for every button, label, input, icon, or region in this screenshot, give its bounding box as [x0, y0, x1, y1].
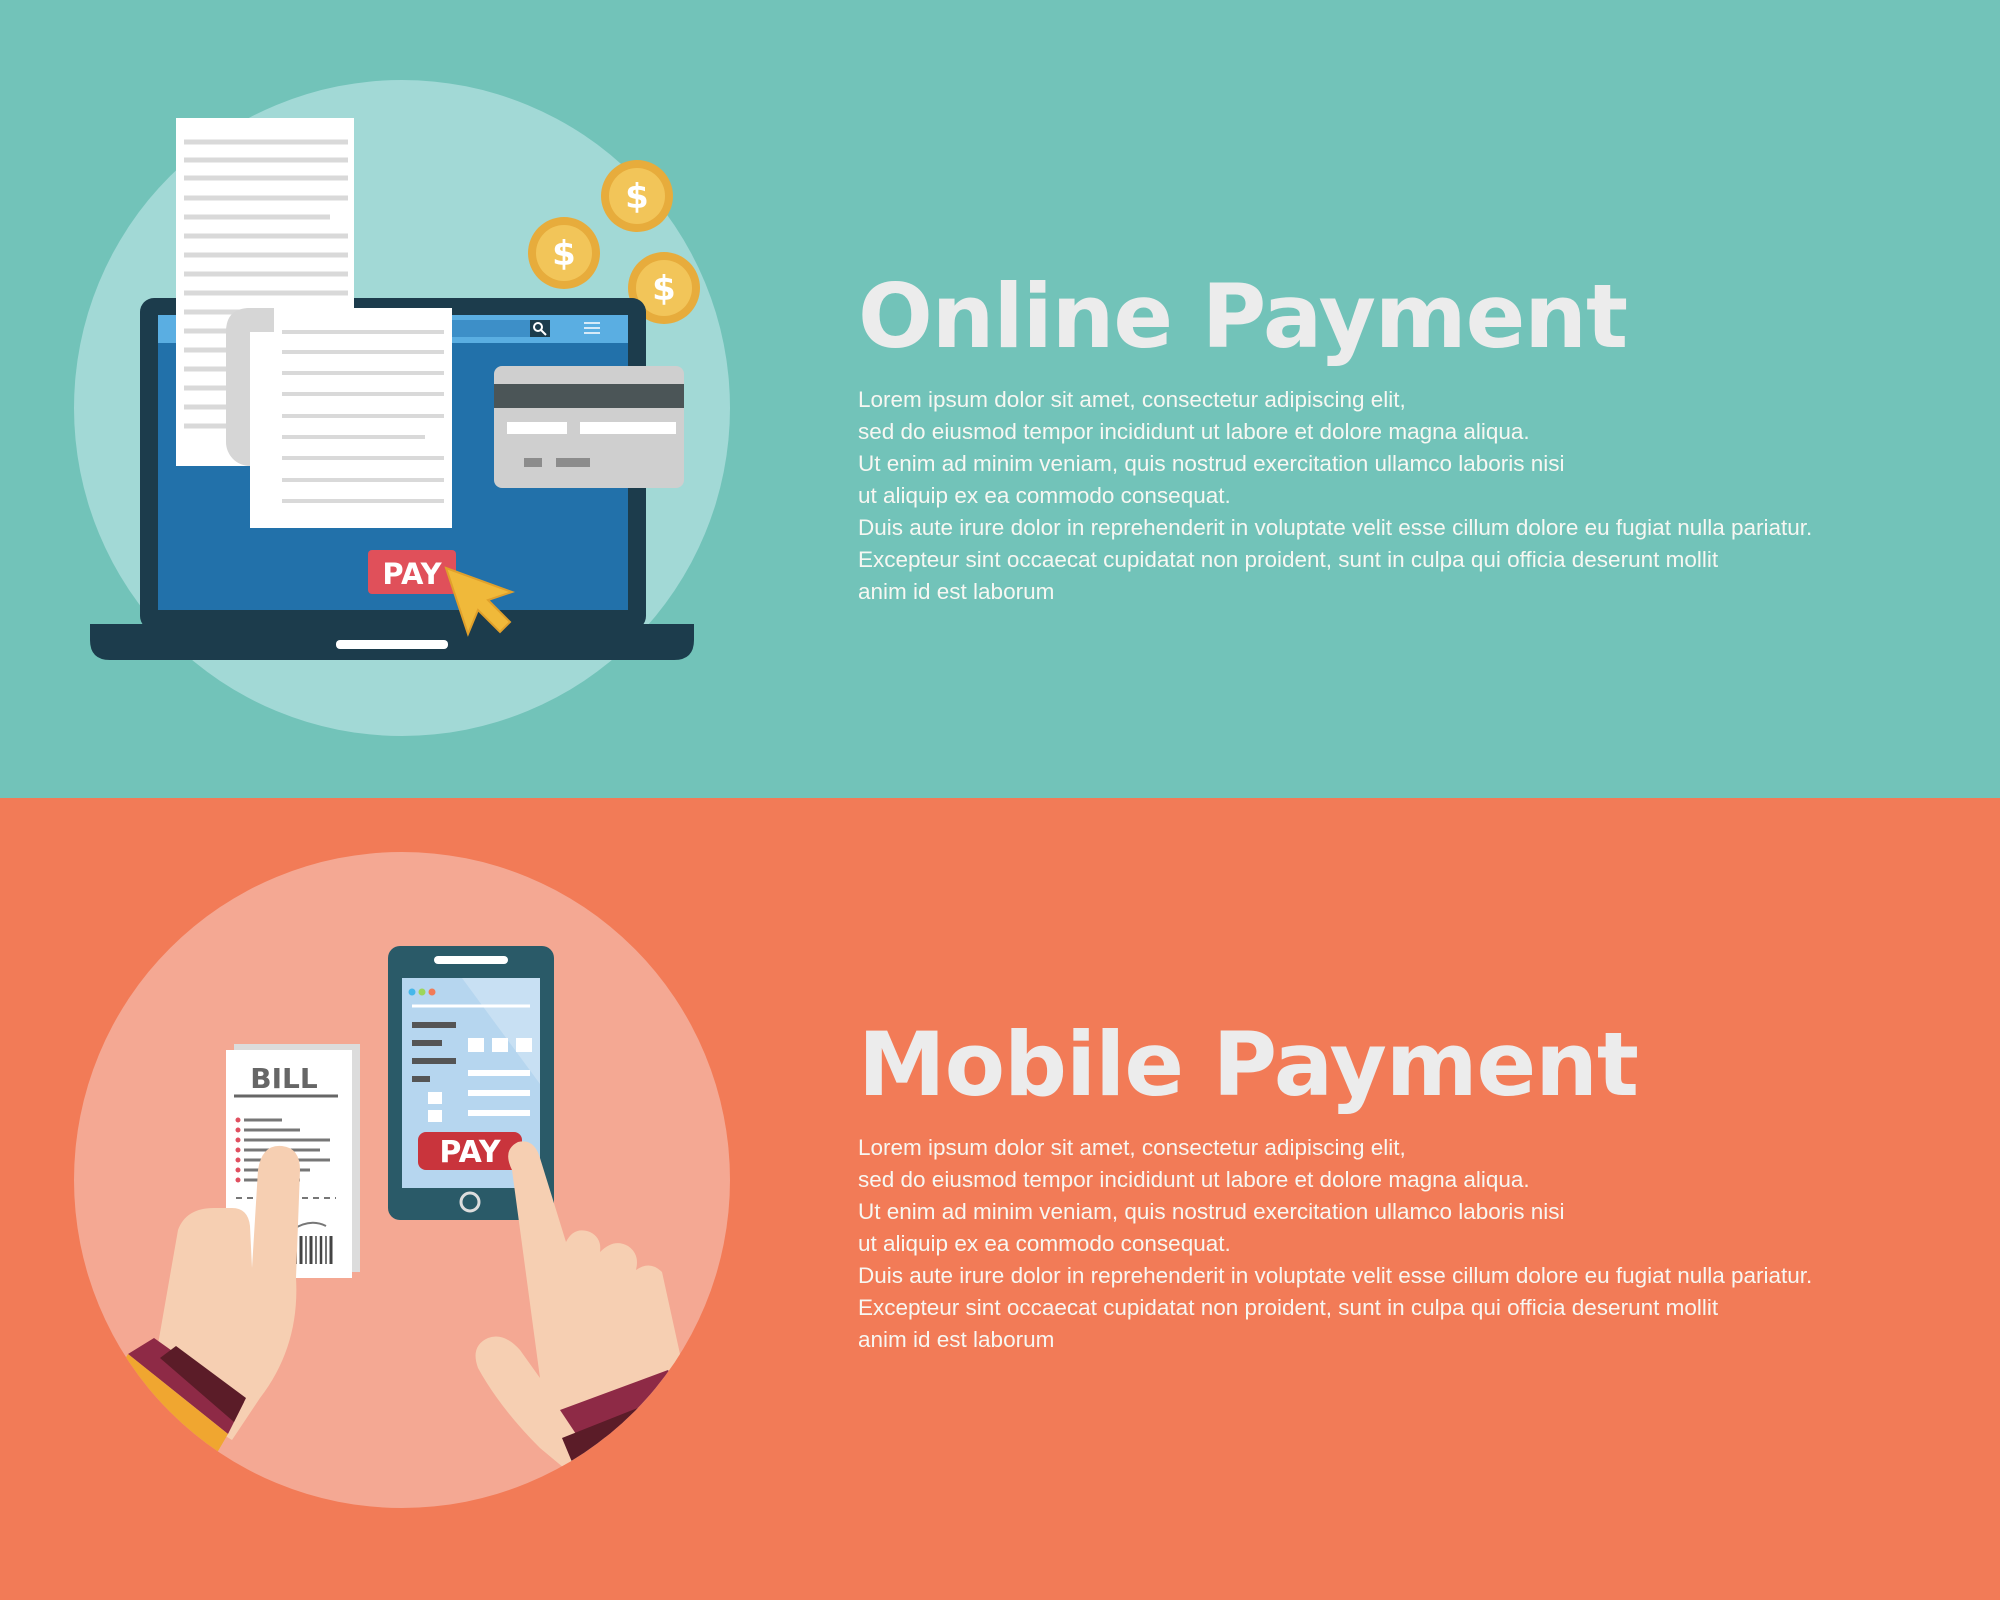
online-payment-text: Online Payment Lorem ipsum dolor sit ame…	[858, 262, 1978, 608]
online-payment-banner: $ $ $ PAY Online Payment Lorem ipsum dol…	[0, 0, 2000, 798]
svg-text:PAY: PAY	[439, 1135, 502, 1170]
paragraph-line: Excepteur sint occaecat cupidatat non pr…	[858, 1295, 1719, 1320]
paragraph-line: Ut enim ad minim veniam, quis nostrud ex…	[858, 1199, 1565, 1224]
online-payment-illustration: $ $ $ PAY	[0, 0, 760, 798]
paragraph-line: sed do eiusmod tempor incididunt ut labo…	[858, 1167, 1530, 1192]
paragraph-line: sed do eiusmod tempor incididunt ut labo…	[858, 419, 1530, 444]
paragraph-line: ut aliquip ex ea commodo consequat.	[858, 1231, 1231, 1256]
description-paragraph: Lorem ipsum dolor sit amet, consectetur …	[858, 1132, 1978, 1356]
svg-text:BILL: BILL	[250, 1062, 318, 1095]
paragraph-line: ut aliquip ex ea commodo consequat.	[858, 483, 1231, 508]
page-title: Online Payment	[858, 265, 1628, 368]
pay-button[interactable]: PAY	[418, 1132, 522, 1170]
paragraph-line: Lorem ipsum dolor sit amet, consectetur …	[858, 387, 1406, 412]
page-title: Mobile Payment	[858, 1013, 1639, 1116]
svg-text:$: $	[552, 234, 576, 274]
description-paragraph: Lorem ipsum dolor sit amet, consectetur …	[858, 384, 1978, 608]
search-icon	[530, 320, 550, 337]
receipt-icon	[226, 308, 452, 528]
coin-icon: $	[528, 217, 600, 289]
paragraph-line: Duis aute irure dolor in reprehenderit i…	[858, 515, 1813, 540]
svg-text:$: $	[652, 269, 676, 309]
pay-button[interactable]: PAY	[368, 550, 456, 594]
paragraph-line: anim id est laborum	[858, 1327, 1055, 1352]
credit-card-icon	[494, 366, 684, 488]
paragraph-line: anim id est laborum	[858, 579, 1055, 604]
paragraph-line: Duis aute irure dolor in reprehenderit i…	[858, 1263, 1813, 1288]
paragraph-line: Ut enim ad minim veniam, quis nostrud ex…	[858, 451, 1565, 476]
paragraph-line: Excepteur sint occaecat cupidatat non pr…	[858, 547, 1719, 572]
svg-text:$: $	[625, 177, 649, 217]
svg-text:PAY: PAY	[382, 557, 442, 591]
mobile-payment-text: Mobile Payment Lorem ipsum dolor sit ame…	[858, 1010, 1978, 1356]
mobile-payment-banner: BILL PAY Mobile Payment Lorem ipsum dolo…	[0, 798, 2000, 1600]
paragraph-line: Lorem ipsum dolor sit amet, consectetur …	[858, 1135, 1406, 1160]
mobile-payment-illustration: BILL PAY	[0, 798, 760, 1600]
coin-icon: $	[601, 160, 673, 232]
